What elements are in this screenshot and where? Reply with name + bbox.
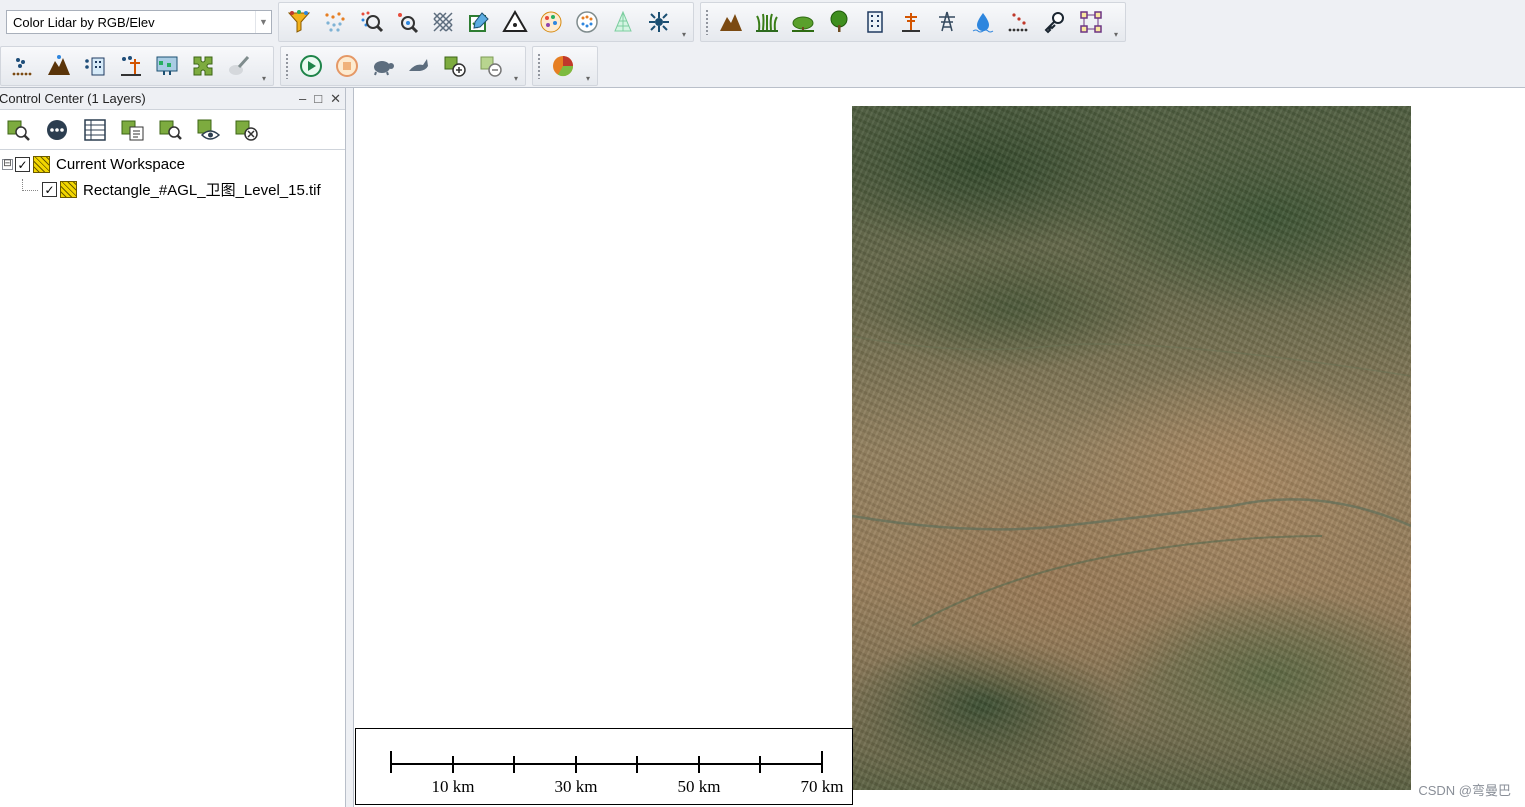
close-button[interactable]: ✕ [330,91,341,107]
puzzle-tile-icon[interactable] [185,49,221,83]
tree-connector [22,178,38,191]
playback-toolbar: ▾ [280,46,526,86]
collapse-icon[interactable]: ⊟ [2,159,13,170]
lidar-points-icon[interactable] [317,5,353,39]
more-options-icon[interactable] [38,113,76,147]
point-search-icon[interactable] [389,5,425,39]
panel-window-controls: – □ ✕ [299,91,341,107]
toolbar-overflow-button[interactable]: ▾ [679,23,689,39]
lidar-search-icon[interactable] [353,5,389,39]
pie-color-icon[interactable] [545,49,581,83]
toolbar-overflow-button[interactable]: ▾ [1111,23,1121,39]
tree-wireframe-icon[interactable] [605,5,641,39]
key-tool-icon[interactable] [1037,5,1073,39]
zoom-to-layer-icon[interactable] [0,113,38,147]
toolbar-grip[interactable] [705,9,709,35]
toolbar-overflow-button[interactable]: ▾ [583,67,593,83]
scale-bar: 10 km 30 km 50 km 70 km [355,728,853,805]
toolbar-grip[interactable] [537,53,541,79]
topology-icon[interactable] [1073,5,1109,39]
satellite-raster-image [852,106,1411,790]
tree-item-workspace[interactable]: ⊟ ✓ Current Workspace [0,152,345,177]
network-bug-icon[interactable] [641,5,677,39]
tower-points-icon[interactable] [113,49,149,83]
layer-properties-icon[interactable] [114,113,152,147]
pixel-map-icon[interactable] [149,49,185,83]
remove-layer-icon[interactable] [228,113,266,147]
style-combo[interactable]: Color Lidar by RGB/Elev ▼ [6,10,272,34]
workspace-label: Current Workspace [56,156,185,173]
tree-low-icon[interactable] [785,5,821,39]
layer-label: Rectangle_#AGL_卫图_Level_15.tif [83,182,321,199]
style-combo-value: Color Lidar by RGB/Elev [13,14,155,30]
toolbar-grip[interactable] [285,53,289,79]
panel-splitter[interactable] [346,88,354,807]
grass-vegetation-icon[interactable] [749,5,785,39]
toolbar-overflow-button[interactable]: ▾ [259,67,269,83]
building-icon[interactable] [857,5,893,39]
tree-item-layer[interactable]: ✓ Rectangle_#AGL_卫图_Level_15.tif [0,177,345,202]
minimize-button[interactable]: – [299,91,306,107]
river-overlay [852,335,1411,627]
control-center-toolbar [0,110,345,150]
layer-visibility-icon[interactable] [190,113,228,147]
classification-toolbar: ▾ [700,2,1126,42]
zoom-out-layer-icon[interactable] [473,49,509,83]
processing-toolbar: ▾ [0,46,274,86]
water-drop-icon[interactable] [965,5,1001,39]
triangle-tin-icon[interactable] [497,5,533,39]
scale-label-30km: 30 km [554,777,598,796]
tree-high-icon[interactable] [821,5,857,39]
attribute-table-icon[interactable] [76,113,114,147]
noise-points-icon[interactable] [1001,5,1037,39]
scale-label-70km: 70 km [800,777,844,796]
color-points-icon[interactable] [533,5,569,39]
point-cloud-icon[interactable] [5,49,41,83]
scale-label-50km: 50 km [677,777,721,796]
restore-button[interactable]: □ [314,91,322,107]
workspace-checkbox[interactable]: ✓ [15,157,30,172]
turtle-slow-icon[interactable] [365,49,401,83]
layer-search-icon[interactable] [152,113,190,147]
layer-checkbox[interactable]: ✓ [42,182,57,197]
toolbar-overflow-button[interactable]: ▾ [511,67,521,83]
toolbar-row-1: Color Lidar by RGB/Elev ▼ ▾ ▾ [0,0,1132,44]
lidar-toolbar: ▾ [278,2,694,42]
paint-brush-icon[interactable] [221,49,257,83]
control-center-panel: Control Center (1 Layers) – □ ✕ ⊟ ✓ Curr… [0,88,346,807]
raster-layer-icon [60,181,77,198]
play-icon[interactable] [293,49,329,83]
funnel-filter-icon[interactable] [281,5,317,39]
building-grid-icon[interactable] [77,49,113,83]
control-center-title: Control Center (1 Layers) [0,91,146,106]
rabbit-fast-icon[interactable] [401,49,437,83]
chevron-down-icon[interactable]: ▼ [255,11,271,33]
powerline-pole-icon[interactable] [893,5,929,39]
edit-checkbox-icon[interactable] [461,5,497,39]
transmission-tower-icon[interactable] [929,5,965,39]
toolbar-area: Color Lidar by RGB/Elev ▼ ▾ ▾ ▾ ▾ ▾ [0,0,1525,88]
layer-tree: ⊟ ✓ Current Workspace ✓ Rectangle_#AGL_卫… [0,150,345,202]
map-view[interactable]: 10 km 30 km 50 km 70 km [354,88,1525,807]
stop-icon[interactable] [329,49,365,83]
terrain-mountain-icon[interactable] [713,5,749,39]
watermark-text: CSDN @弯曼巴 [1418,783,1511,798]
control-center-header: Control Center (1 Layers) – □ ✕ [0,88,345,110]
ground-terrain-icon[interactable] [41,49,77,83]
workspace-layer-icon [33,156,50,173]
scale-label-10km: 10 km [431,777,475,796]
zoom-in-layer-icon[interactable] [437,49,473,83]
color-toolbar: ▾ [532,46,598,86]
toolbar-row-2: ▾ ▾ ▾ [0,44,604,88]
grid-classify-icon[interactable] [425,5,461,39]
point-pattern-icon[interactable] [569,5,605,39]
